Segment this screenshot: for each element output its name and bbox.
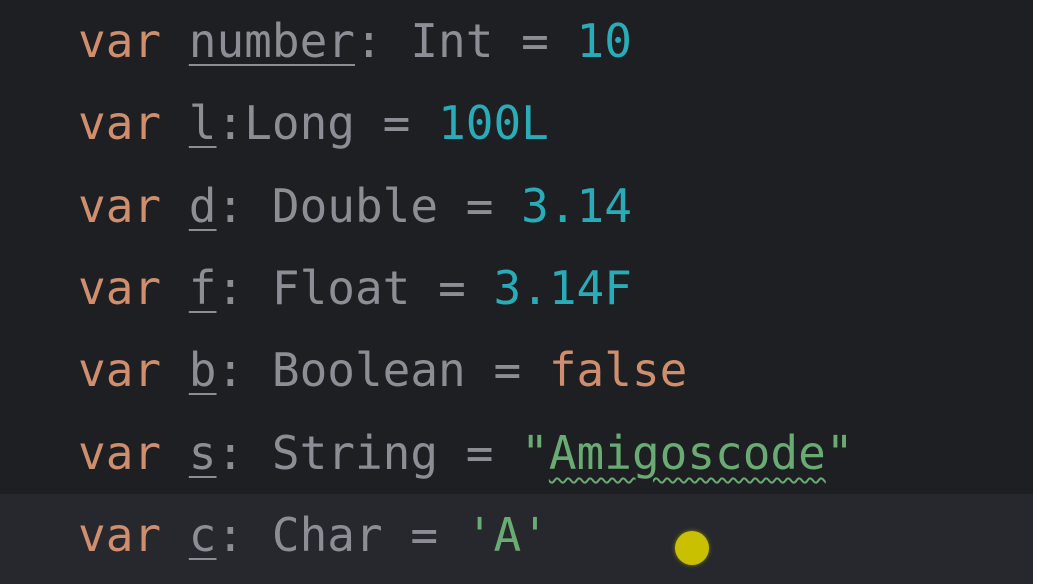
type-name[interactable]: String: [272, 426, 438, 480]
code-line[interactable]: var b: Boolean = false: [0, 329, 1033, 412]
code-line[interactable]: var l:Long = 100L: [0, 82, 1033, 165]
code-line[interactable]: var f: Float = 3.14F: [0, 247, 1033, 330]
keyword: var: [78, 14, 162, 68]
string-quote-close: ": [825, 426, 854, 480]
keyword: var: [78, 96, 162, 150]
assignment-operator: =: [465, 343, 549, 397]
type-separator: :: [216, 179, 272, 233]
code-line-current[interactable]: var c: Char = 'A': [0, 494, 1033, 584]
type-separator: :: [216, 261, 272, 315]
variable-name[interactable]: f: [189, 261, 217, 315]
literal-value[interactable]: 100L: [438, 96, 549, 150]
string-value-typo-underline[interactable]: Amigoscode: [549, 426, 826, 480]
type-separator: :: [216, 426, 272, 480]
assignment-operator: =: [382, 508, 466, 562]
literal-value[interactable]: 3.14F: [493, 261, 631, 315]
assignment-operator: =: [354, 96, 439, 150]
type-separator: :: [216, 96, 245, 150]
assignment-operator: =: [438, 426, 522, 480]
type-name[interactable]: Int: [410, 14, 493, 68]
type-name[interactable]: Char: [272, 508, 383, 562]
literal-value[interactable]: 10: [577, 14, 632, 68]
variable-name[interactable]: b: [189, 343, 217, 397]
keyword: var: [78, 343, 162, 397]
type-separator: :: [354, 14, 411, 68]
variable-name[interactable]: c: [189, 508, 217, 562]
keyword: var: [78, 508, 162, 562]
literal-value[interactable]: false: [549, 343, 687, 397]
keyword: var: [78, 426, 162, 480]
mouse-cursor-highlight-icon: [675, 531, 709, 565]
string-literal[interactable]: "Amigoscode": [521, 426, 853, 480]
keyword: var: [78, 179, 162, 233]
assignment-operator: =: [438, 179, 522, 233]
code-line[interactable]: var number: Int = 10: [0, 0, 1033, 83]
type-separator: :: [216, 508, 272, 562]
type-name[interactable]: Boolean: [272, 343, 466, 397]
type-separator: :: [216, 343, 272, 397]
variable-name[interactable]: d: [189, 179, 217, 233]
window-edge: [1033, 0, 1037, 584]
code-line[interactable]: var s: String = "Amigoscode": [0, 412, 1033, 495]
type-name[interactable]: Float: [272, 261, 410, 315]
keyword: var: [78, 261, 162, 315]
char-literal[interactable]: 'A': [466, 508, 549, 562]
literal-value[interactable]: 3.14: [521, 179, 632, 233]
type-name[interactable]: Double: [272, 179, 438, 233]
assignment-operator: =: [410, 261, 494, 315]
string-quote-open: ": [521, 426, 549, 480]
code-line[interactable]: var d: Double = 3.14: [0, 165, 1033, 248]
type-name[interactable]: Long: [244, 96, 355, 150]
variable-name[interactable]: l: [189, 96, 217, 150]
assignment-operator: =: [493, 14, 577, 68]
variable-name[interactable]: number: [189, 14, 355, 68]
code-editor[interactable]: var number: Int = 10 var l:Long = 100L v…: [0, 0, 1033, 584]
variable-name[interactable]: s: [189, 426, 217, 480]
